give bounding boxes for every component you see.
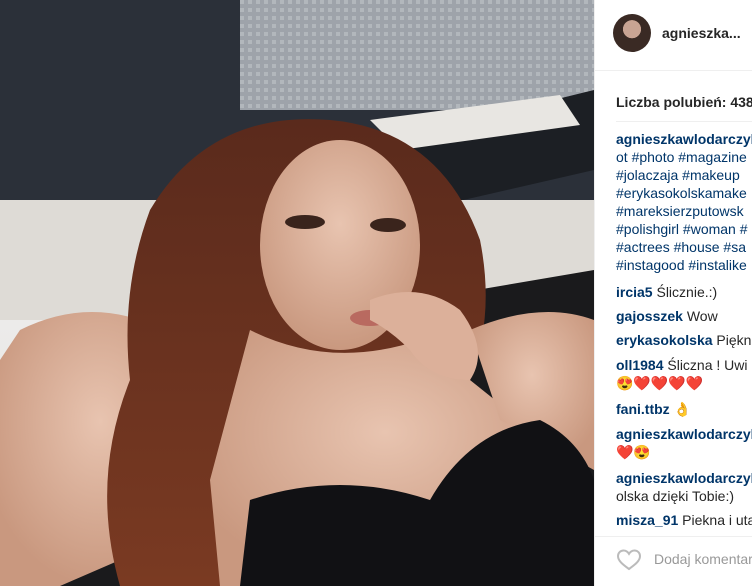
- comment-user[interactable]: gajosszek: [616, 308, 683, 324]
- post-side-panel: agnieszka... Liczba polubień: 438 agnies…: [595, 0, 752, 586]
- caption-line[interactable]: #erykasokolskamake: [616, 184, 752, 202]
- post-username[interactable]: agnieszka...: [662, 25, 741, 41]
- caption-line[interactable]: #instagood #instalike: [616, 256, 752, 274]
- comment-text: Piekna i uta: [682, 512, 752, 528]
- likes-count[interactable]: Liczba polubień: 438: [616, 94, 752, 110]
- comment-user[interactable]: misza_91: [616, 512, 678, 528]
- comment-user[interactable]: ircia5: [616, 284, 653, 300]
- comment: misza_91 Piekna i uta: [616, 511, 752, 529]
- profile-avatar[interactable]: [613, 14, 651, 52]
- photo-illustration: [0, 0, 594, 586]
- comment-text: Piękn: [716, 332, 752, 348]
- comment: erykasokolska Piękn: [616, 331, 751, 349]
- caption-line[interactable]: #mareksierzputowsk: [616, 202, 752, 220]
- caption-line[interactable]: #actrees #house #sa: [616, 238, 752, 256]
- caption-line[interactable]: ot #photo #magazine: [616, 148, 752, 166]
- comment-user[interactable]: agnieszkawlodarczyk: [616, 470, 752, 486]
- comment-text-line2: 😍❤️❤️❤️❤️: [616, 375, 704, 391]
- caption-author[interactable]: agnieszkawlodarczyk: [616, 131, 752, 147]
- caption-line[interactable]: #jolaczaja #makeup: [616, 166, 752, 184]
- divider: [595, 536, 752, 537]
- comment: ircia5 Ślicznie.:): [616, 283, 717, 301]
- heart-outline-icon[interactable]: [616, 548, 642, 572]
- comment-text-line2: olska dzięki Tobie:): [616, 488, 735, 504]
- caption-line[interactable]: #polishgirl #woman #: [616, 220, 752, 238]
- comment: agnieszkawlodarczyk ❤️😍: [616, 425, 752, 461]
- post-photo[interactable]: [0, 0, 594, 586]
- comment-text: Śliczna ! Uwi: [667, 357, 748, 373]
- comment: fani.ttbz 👌: [616, 400, 691, 418]
- comment-text: Wow: [686, 308, 718, 324]
- comment: gajosszek Wow: [616, 307, 718, 325]
- comment-user[interactable]: agnieszkawlodarczyk: [616, 426, 752, 442]
- post-caption: agnieszkawlodarczyk ot #photo #magazine …: [616, 130, 752, 274]
- comment-text: Ślicznie.:): [656, 284, 718, 300]
- comment-user[interactable]: oll1984: [616, 357, 663, 373]
- comment: agnieszkawlodarczyk olska dzięki Tobie:): [616, 469, 752, 505]
- comment-text: 👌: [673, 401, 691, 417]
- post-header: agnieszka...: [595, 0, 752, 71]
- comment: oll1984 Śliczna ! Uwi 😍❤️❤️❤️❤️: [616, 356, 748, 392]
- comment-text-line2: ❤️😍: [616, 444, 651, 460]
- comment-user[interactable]: fani.ttbz: [616, 401, 670, 417]
- comment-user[interactable]: erykasokolska: [616, 332, 713, 348]
- divider: [616, 121, 752, 122]
- add-comment-input[interactable]: Dodaj komentarz...: [654, 551, 752, 567]
